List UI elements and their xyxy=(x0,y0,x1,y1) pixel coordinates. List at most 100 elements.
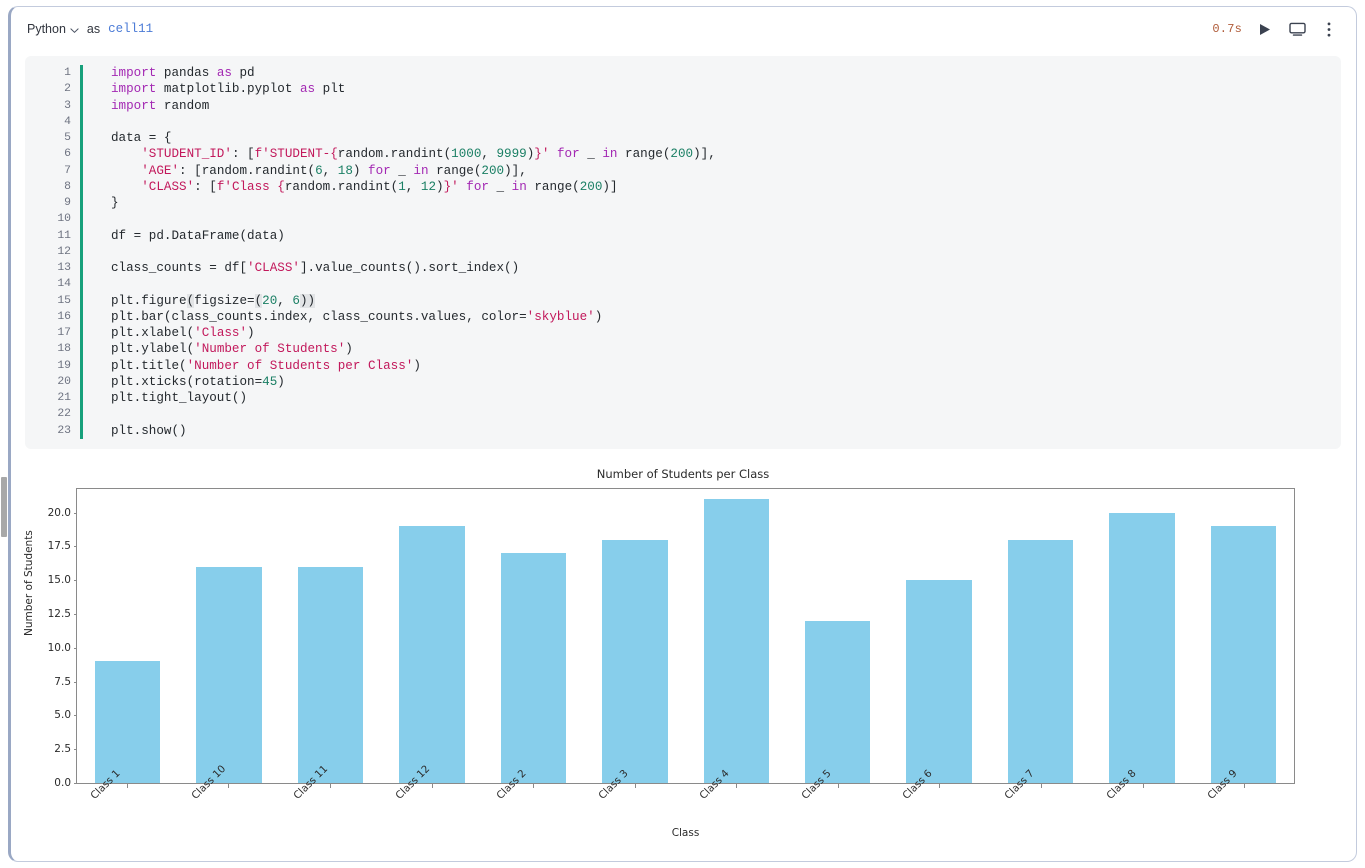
line-number: 1 xyxy=(25,65,71,81)
kernel-selector[interactable]: Python xyxy=(27,22,79,36)
code-lines: 1import pandas as pd2 import matplotlib.p… xyxy=(25,65,1341,439)
line-number: 5 xyxy=(25,130,71,146)
bar xyxy=(95,661,160,783)
code-text: data = { xyxy=(83,130,171,146)
line-number: 8 xyxy=(25,179,71,195)
line-number: 16 xyxy=(25,309,71,325)
code-text: plt.xlabel('Class') xyxy=(83,325,255,341)
code-text: import matplotlib.pyplot as plt xyxy=(83,81,345,97)
line-number: 17 xyxy=(25,325,71,341)
code-text xyxy=(83,406,119,422)
x-tick-mark xyxy=(635,784,636,788)
y-axis-label: Number of Students xyxy=(23,530,35,636)
kebab-menu-icon[interactable] xyxy=(1320,20,1338,38)
code-line: 16plt.bar(class_counts.index, class_coun… xyxy=(25,309,1341,325)
code-line: 11df = pd.DataFrame(data) xyxy=(25,228,1341,244)
code-line: 21plt.tight_layout() xyxy=(25,390,1341,406)
code-text: df = pd.DataFrame(data) xyxy=(83,228,285,244)
bar xyxy=(501,553,566,783)
code-line: 2 import matplotlib.pyplot as plt xyxy=(25,81,1341,97)
y-tick-mark xyxy=(74,580,78,581)
line-number: 7 xyxy=(25,163,71,179)
line-number: 2 xyxy=(25,81,71,97)
bar xyxy=(704,499,769,783)
code-line: 18plt.ylabel('Number of Students') xyxy=(25,341,1341,357)
y-tick-mark xyxy=(74,715,78,716)
code-line: 6 'STUDENT_ID': [f'STUDENT-{random.randi… xyxy=(25,146,1341,162)
bar xyxy=(906,580,971,783)
y-tick-label: 12.5 xyxy=(48,608,71,620)
y-tick-mark xyxy=(74,682,78,683)
kernel-label: Python xyxy=(27,22,66,36)
x-tick-mark xyxy=(533,784,534,788)
bar-slot xyxy=(77,489,178,783)
code-editor[interactable]: 1import pandas as pd2 import matplotlib.p… xyxy=(25,56,1341,449)
code-line: 13class_counts = df['CLASS'].value_count… xyxy=(25,260,1341,276)
bar xyxy=(298,567,363,783)
x-tick-mark xyxy=(330,784,331,788)
code-text: 'AGE': [random.randint(6, 18) for _ in r… xyxy=(83,163,527,179)
y-tick-mark xyxy=(74,749,78,750)
play-icon[interactable] xyxy=(1256,20,1274,38)
code-line: 17 plt.xlabel('Class') xyxy=(25,325,1341,341)
bar xyxy=(196,567,261,783)
x-tick-mark xyxy=(228,784,229,788)
line-number: 9 xyxy=(25,195,71,211)
code-text xyxy=(83,114,119,130)
x-tick-mark xyxy=(1143,784,1144,788)
bar xyxy=(805,621,870,783)
bar-slot xyxy=(584,489,685,783)
code-line: 14 xyxy=(25,276,1341,292)
bar xyxy=(1008,540,1073,783)
x-tick-mark xyxy=(1244,784,1245,788)
code-line: 15 plt.figure(figsize=(20, 6)) xyxy=(25,293,1341,309)
line-number: 12 xyxy=(25,244,71,260)
y-tick-label: 20.0 xyxy=(48,507,71,519)
notebook-cell[interactable]: Python as cell11 0.7s xyxy=(8,6,1357,862)
x-tick-mark xyxy=(838,784,839,788)
matplotlib-figure: Number of Students per Class Number of S… xyxy=(25,457,1341,855)
code-line: 5 data = { xyxy=(25,130,1341,146)
code-text: } xyxy=(83,195,119,211)
plot-area: 0.02.55.07.510.012.515.017.520.0 xyxy=(76,488,1295,784)
code-line: 1import pandas as pd xyxy=(25,65,1341,81)
code-text: class_counts = df['CLASS'].value_counts(… xyxy=(83,260,519,276)
code-text: plt.figure(figsize=(20, 6)) xyxy=(83,293,315,309)
line-number: 3 xyxy=(25,98,71,114)
cell-header: Python as cell11 0.7s xyxy=(11,7,1356,51)
bar xyxy=(399,526,464,783)
code-line: 10 xyxy=(25,211,1341,227)
code-line: 22 xyxy=(25,406,1341,422)
code-text: import random xyxy=(83,98,209,114)
bar-slot xyxy=(1193,489,1294,783)
bar-slot xyxy=(1091,489,1192,783)
y-tick-mark xyxy=(74,648,78,649)
y-tick-label: 2.5 xyxy=(54,743,71,755)
scrollbar-thumb[interactable] xyxy=(1,477,7,537)
x-tick-mark xyxy=(1041,784,1042,788)
code-text xyxy=(83,276,119,292)
bar-slot xyxy=(483,489,584,783)
y-tick-label: 17.5 xyxy=(48,540,71,552)
bar-slot xyxy=(381,489,482,783)
x-tick-mark xyxy=(939,784,940,788)
y-tick-label: 7.5 xyxy=(54,676,71,688)
y-tick-mark xyxy=(74,513,78,514)
line-number: 21 xyxy=(25,390,71,406)
y-tick-label: 10.0 xyxy=(48,642,71,654)
y-tick-mark xyxy=(74,546,78,547)
chevron-down-icon[interactable] xyxy=(70,26,79,35)
line-number: 15 xyxy=(25,293,71,309)
x-tick-mark xyxy=(736,784,737,788)
bar xyxy=(1109,513,1174,783)
chart-title: Number of Students per Class xyxy=(25,467,1341,481)
bar-slot xyxy=(686,489,787,783)
cell-name-input[interactable]: cell11 xyxy=(108,22,153,36)
code-text: 'CLASS': [f'Class {random.randint(1, 12)… xyxy=(83,179,618,195)
line-number: 23 xyxy=(25,423,71,439)
y-tick-label: 15.0 xyxy=(48,574,71,586)
monitor-icon[interactable] xyxy=(1288,20,1306,38)
cell-output: Number of Students per Class Number of S… xyxy=(25,457,1341,855)
x-tick-mark xyxy=(432,784,433,788)
line-number: 14 xyxy=(25,276,71,292)
